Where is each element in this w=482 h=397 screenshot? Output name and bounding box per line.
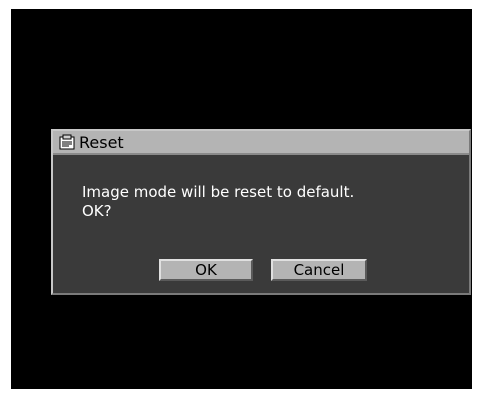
dialog-title: Reset xyxy=(79,132,124,152)
ok-button[interactable]: OK xyxy=(159,259,253,281)
reset-document-icon xyxy=(58,133,76,151)
dialog-message-line: Image mode will be reset to default. xyxy=(82,183,355,201)
camera-screen: Reset Image mode will be reset to defaul… xyxy=(11,9,472,389)
cancel-button[interactable]: Cancel xyxy=(271,259,367,281)
dialog-message-line: OK? xyxy=(82,202,112,220)
dialog-message: Image mode will be reset to default. OK? xyxy=(82,183,452,221)
reset-dialog: Reset Image mode will be reset to defaul… xyxy=(51,129,471,295)
dialog-titlebar: Reset xyxy=(53,131,469,155)
